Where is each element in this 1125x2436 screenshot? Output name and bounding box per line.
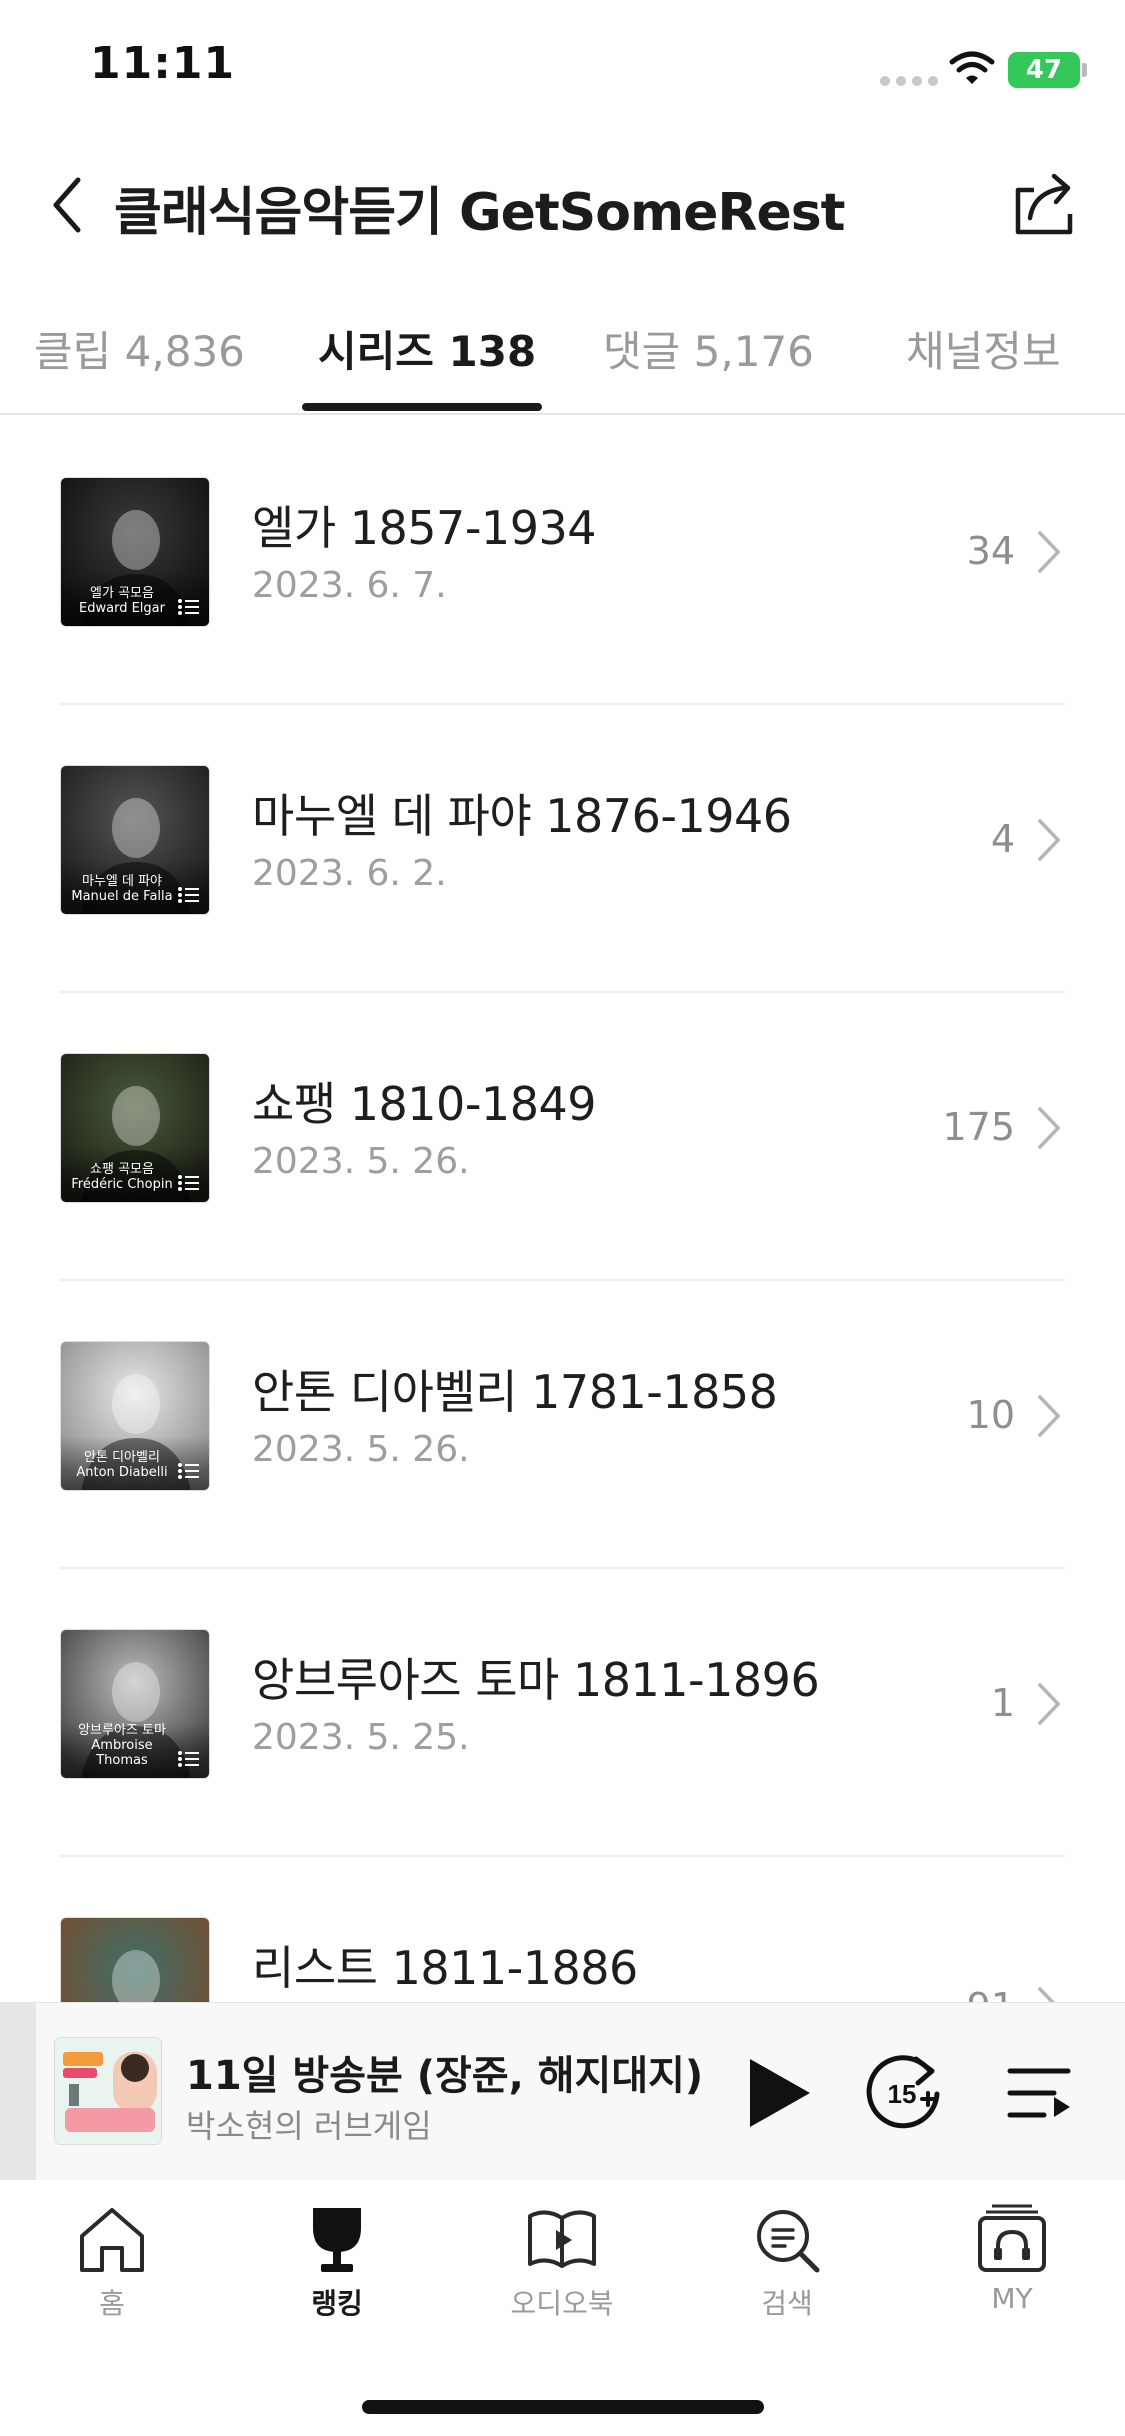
series-thumbnail: 쇼팽 곡모음 Frédéric Chopin <box>60 1053 210 1203</box>
chevron-right-icon <box>1038 531 1060 573</box>
playlist-icon <box>178 1751 199 1767</box>
episode-count: 4 <box>990 817 1015 861</box>
nav-my[interactable]: MY <box>932 2202 1092 2332</box>
battery-tip <box>1082 63 1087 77</box>
search-icon <box>757 2210 820 2273</box>
playlist-icon <box>178 1175 199 1191</box>
channel-title: 클래식음악듣기 GetSomeRest <box>114 183 846 243</box>
series-item[interactable]: 쇼팽 곡모음 Frédéric Chopin 쇼팽 1810-1849 2023. … <box>0 993 1125 1281</box>
player-title: 11일 방송분 (장준, 해지대지) <box>186 2053 704 2099</box>
skip-label: 15 <box>888 2079 917 2109</box>
battery-level: 47 <box>1025 55 1063 85</box>
portrait-image <box>112 1950 160 2002</box>
chevron-right-icon <box>1038 1987 1055 2002</box>
nav-label-search: 검색 <box>761 2287 813 2320</box>
series-item[interactable]: 엘가 곡모음 Edward Elgar 엘가 1857-1934 2023. 6. … <box>0 417 1125 705</box>
audiobook-icon <box>528 2210 596 2268</box>
share-icon[interactable] <box>1004 162 1084 242</box>
nav-label-my: MY <box>991 2282 1033 2315</box>
thumbnail-caption: 마누엘 데 파야 Manuel de Falla <box>71 874 173 904</box>
playlist-icon <box>178 887 199 903</box>
episode-count: 10 <box>966 1393 1015 1437</box>
thumbnail-caption: 쇼팽 곡모음 Frédéric Chopin <box>71 1162 173 1192</box>
home-icon <box>80 2208 144 2272</box>
tab-bar: 클립 4,836 시리즈 138 댓글 5,176 채널정보 <box>0 300 1125 415</box>
playlist-icon[interactable] <box>1006 2063 1072 2123</box>
series-title: 마누엘 데 파야 1876-1946 <box>252 789 792 843</box>
episode-count: 175 <box>942 1105 1015 1149</box>
tab-channel-info[interactable]: 채널정보 <box>906 318 1061 379</box>
nav-ranking[interactable]: 랭킹 <box>257 2202 417 2332</box>
chevron-right-icon <box>1038 1683 1060 1725</box>
series-item[interactable]: 마누엘 데 파야 Manuel de Falla 마누엘 데 파야 1876-19… <box>0 705 1125 993</box>
series-date: 2023. 5. 25. <box>252 1717 470 1758</box>
thumbnail-caption: 앙브루아즈 토마 Ambroise Thomas <box>78 1723 166 1768</box>
battery-indicator: 47 <box>1008 52 1080 88</box>
active-tab-indicator <box>302 403 542 411</box>
play-icon[interactable] <box>740 2053 816 2133</box>
series-thumbnail: 엘가 곡모음 Edward Elgar <box>60 477 210 627</box>
nav-label-home: 홈 <box>99 2287 125 2320</box>
episode-count: 34 <box>966 529 1015 573</box>
series-title: 안톤 디아벨리 1781-1858 <box>252 1365 778 1419</box>
series-date: 2023. 5. 26. <box>252 1141 470 1182</box>
tab-clips[interactable]: 클립 4,836 <box>34 318 245 379</box>
nav-audiobook[interactable]: 오디오북 <box>482 2202 642 2332</box>
chevron-right-icon <box>1038 819 1060 861</box>
nav-home[interactable]: 홈 <box>32 2202 192 2332</box>
series-title: 엘가 1857-1934 <box>252 501 597 555</box>
player-progress <box>0 2003 36 2181</box>
series-title: 쇼팽 1810-1849 <box>252 1077 597 1131</box>
nav-search[interactable]: 검색 <box>707 2202 867 2332</box>
chevron-right-icon <box>1038 1395 1060 1437</box>
tab-series[interactable]: 시리즈 138 <box>318 318 536 379</box>
tab-comments[interactable]: 댓글 5,176 <box>603 318 814 379</box>
series-thumbnail: 안톤 디아벨리 Anton Diabelli <box>60 1341 210 1491</box>
wifi-icon <box>949 51 995 84</box>
signal-icon <box>880 76 938 86</box>
nav-label-ranking: 랭킹 <box>311 2287 363 2320</box>
playlist-icon <box>178 1463 199 1479</box>
series-title: 앙브루아즈 토마 1811-1896 <box>252 1653 820 1707</box>
series-thumbnail: 마누엘 데 파야 Manuel de Falla <box>60 765 210 915</box>
thumbnail-caption: 안톤 디아벨리 Anton Diabelli <box>76 1450 168 1480</box>
thumbnail-caption: 엘가 곡모음 Edward Elgar <box>79 586 165 616</box>
series-item[interactable]: 앙브루아즈 토마 Ambroise Thomas 앙브루아즈 토마 1811-18… <box>0 1569 1125 1857</box>
series-thumbnail <box>60 1917 210 2002</box>
series-thumbnail: 앙브루아즈 토마 Ambroise Thomas <box>60 1629 210 1779</box>
playlist-icon <box>178 599 199 615</box>
status-bar: 11:11 47 <box>0 0 1125 140</box>
mini-player[interactable]: 11일 방송분 (장준, 해지대지) 박소현의 러브게임 15 <box>0 2002 1125 2181</box>
skip-forward-15-icon[interactable]: 15 <box>860 2049 946 2135</box>
home-indicator <box>362 2400 764 2414</box>
bottom-nav: 홈 랭킹 오디오북 검색 MY <box>0 2180 1125 2436</box>
chevron-right-icon <box>1038 1107 1060 1149</box>
series-date: 2023. 6. 2. <box>252 853 447 894</box>
headphones-icon <box>978 2204 1046 2272</box>
nav-label-audiobook: 오디오북 <box>510 2287 614 2320</box>
header: 클래식음악듣기 GetSomeRest <box>0 140 1125 270</box>
series-item[interactable]: 리스트 1811-1886 91 <box>0 1857 1125 2002</box>
player-artwork[interactable] <box>54 2037 162 2145</box>
series-date: 2023. 6. 7. <box>252 565 447 606</box>
status-time: 11:11 <box>90 38 236 89</box>
back-icon[interactable] <box>44 170 94 240</box>
series-title: 리스트 1811-1886 <box>252 1941 638 1995</box>
trophy-icon <box>313 2208 361 2272</box>
episode-count: 1 <box>990 1681 1015 1725</box>
series-item[interactable]: 안톤 디아벨리 Anton Diabelli 안톤 디아벨리 1781-1858 2… <box>0 1281 1125 1569</box>
series-date: 2023. 5. 26. <box>252 1429 470 1470</box>
series-list: 엘가 곡모음 Edward Elgar 엘가 1857-1934 2023. 6. … <box>0 417 1125 2002</box>
player-subtitle: 박소현의 러브게임 <box>186 2107 432 2145</box>
episode-count: 91 <box>967 1985 1015 2002</box>
